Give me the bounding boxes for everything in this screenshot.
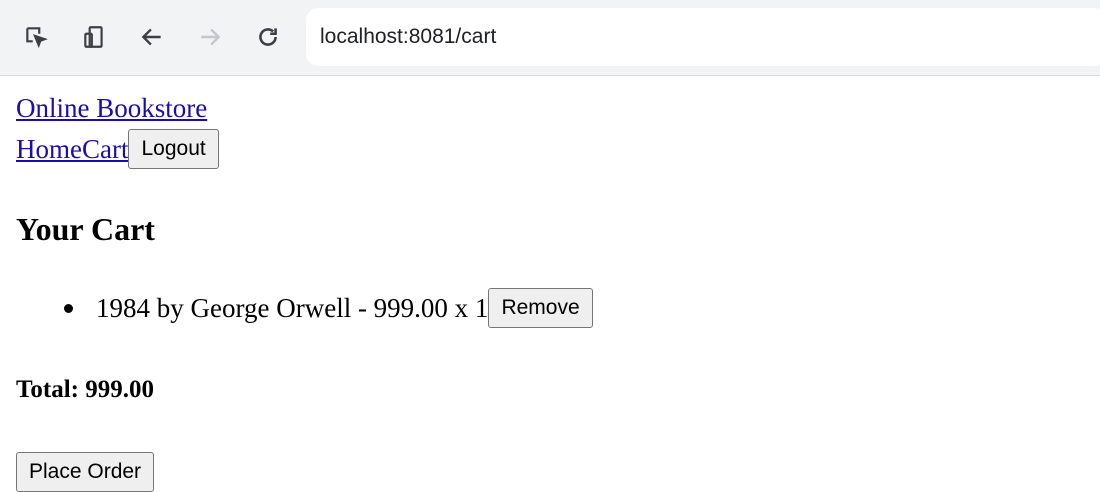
nav-cart-link[interactable]: Cart bbox=[82, 133, 129, 165]
browser-toolbar: localhost:8081/cart bbox=[0, 0, 1100, 76]
device-toggle-icon[interactable] bbox=[80, 22, 108, 52]
list-item: 1984 by George Orwell - 999.00 x 1 Remov… bbox=[16, 288, 593, 328]
back-arrow-icon[interactable] bbox=[138, 22, 166, 52]
brand-link[interactable]: Online Bookstore bbox=[16, 92, 207, 124]
cart-item-text: 1984 by George Orwell - 999.00 x 1 bbox=[96, 293, 489, 323]
logout-button[interactable]: Logout bbox=[128, 129, 219, 169]
nav-bar: Home Cart Logout bbox=[16, 128, 219, 170]
url-text: localhost:8081/cart bbox=[320, 25, 497, 48]
address-bar[interactable]: localhost:8081/cart bbox=[306, 8, 1100, 66]
remove-button[interactable]: Remove bbox=[488, 288, 593, 328]
forward-arrow-icon bbox=[196, 22, 224, 52]
reload-icon[interactable] bbox=[254, 22, 282, 52]
nav-home-link[interactable]: Home bbox=[16, 133, 82, 165]
inspect-icon[interactable] bbox=[22, 22, 50, 52]
cart-list: 1984 by George Orwell - 999.00 x 1 Remov… bbox=[16, 288, 593, 328]
bullet-icon bbox=[64, 303, 73, 313]
page-title: Your Cart bbox=[16, 211, 155, 247]
place-order-button[interactable]: Place Order bbox=[16, 452, 155, 492]
cart-total: Total: 999.00 bbox=[16, 376, 154, 403]
